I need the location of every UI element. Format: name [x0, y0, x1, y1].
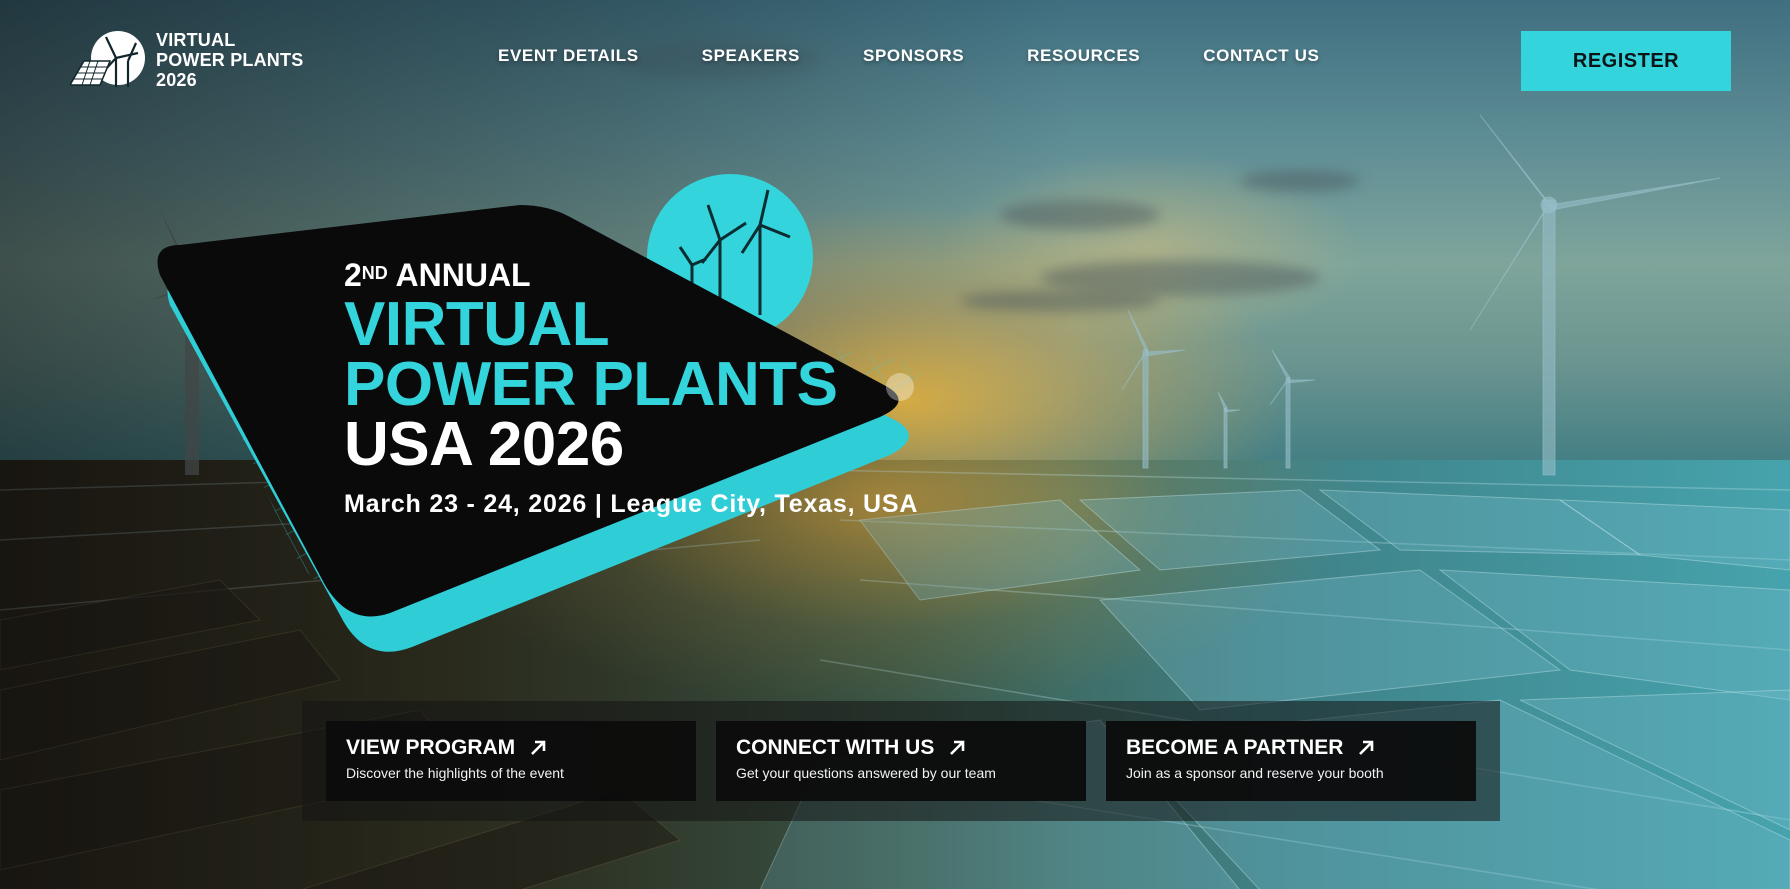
- event-title-line1: VIRTUAL: [344, 290, 610, 359]
- nav-event-details[interactable]: EVENT DETAILS: [498, 46, 639, 66]
- cta-description: Discover the highlights of the event: [346, 765, 564, 781]
- nav-speakers[interactable]: SPEAKERS: [702, 46, 800, 66]
- logo-text-line1: VIRTUAL: [156, 30, 236, 50]
- arrow-up-right-icon: [950, 740, 965, 755]
- logo-text-line3: 2026: [156, 70, 197, 90]
- hero-title-block: 2ND ANNUAL VIRTUAL POWER PLANTS USA 2026: [344, 255, 838, 479]
- nav-resources[interactable]: RESOURCES: [1027, 46, 1140, 66]
- cta-title: VIEW PROGRAM: [346, 736, 516, 759]
- connect-with-us-card[interactable]: CONNECT WITH US Get your questions answe…: [716, 721, 1086, 801]
- site-logo[interactable]: VIRTUAL POWER PLANTS 2026: [70, 30, 303, 90]
- nav-sponsors[interactable]: SPONSORS: [863, 46, 964, 66]
- nav-contact-us[interactable]: CONTACT US: [1203, 46, 1319, 66]
- cta-strip: VIEW PROGRAM Discover the highlights of …: [302, 701, 1500, 821]
- logo-text-line2: POWER PLANTS: [156, 50, 304, 70]
- view-program-card[interactable]: VIEW PROGRAM Discover the highlights of …: [326, 721, 696, 801]
- event-title-line2: POWER PLANTS: [344, 350, 838, 419]
- cta-description: Join as a sponsor and reserve your booth: [1126, 765, 1384, 781]
- event-dates-location: March 23 - 24, 2026 | League City, Texas…: [344, 490, 919, 518]
- annual-word: ANNUAL: [395, 257, 531, 293]
- arrow-up-right-icon: [531, 740, 546, 755]
- annual-label: 2ND ANNUAL: [344, 255, 837, 295]
- annual-suffix: ND: [361, 263, 388, 283]
- main-nav: EVENT DETAILS SPEAKERS SPONSORS RESOURCE…: [498, 46, 1319, 66]
- arrow-up-right-icon: [1359, 740, 1374, 755]
- cta-title: BECOME A PARTNER: [1126, 736, 1344, 759]
- register-button[interactable]: REGISTER: [1521, 31, 1731, 91]
- cta-description: Get your questions answered by our team: [736, 765, 996, 781]
- cta-title: CONNECT WITH US: [736, 736, 935, 759]
- become-a-partner-card[interactable]: BECOME A PARTNER Join as a sponsor and r…: [1106, 721, 1476, 801]
- event-title-line3: USA 2026: [344, 410, 624, 479]
- annual-number: 2: [344, 257, 362, 293]
- wind-turbine-solar-logo-icon: [70, 31, 145, 87]
